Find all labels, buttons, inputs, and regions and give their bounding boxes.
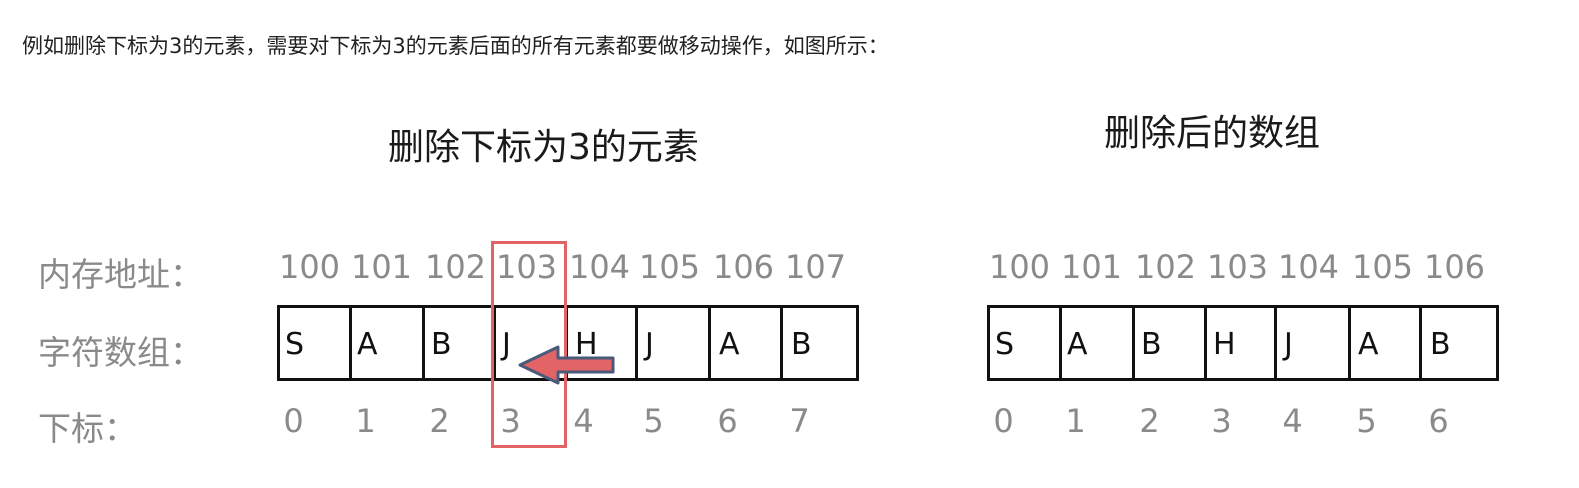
memory-address: 102 (1134, 248, 1197, 286)
memory-address: 107 (784, 248, 847, 286)
array-index: 1 (1065, 402, 1086, 440)
array-index: 4 (1282, 402, 1303, 440)
array-index: 3 (1211, 402, 1232, 440)
array-index: 7 (789, 402, 810, 440)
array-index: 1 (355, 402, 376, 440)
right-array (987, 305, 1499, 381)
array-char: A (1358, 327, 1379, 362)
memory-address: 101 (350, 248, 413, 286)
array-index: 2 (429, 402, 450, 440)
memory-address: 100 (278, 248, 341, 286)
array-index: 0 (283, 402, 304, 440)
memory-address: 101 (1060, 248, 1123, 286)
array-char: A (1067, 327, 1088, 362)
array-index: 0 (993, 402, 1014, 440)
array-index: 5 (1356, 402, 1377, 440)
array-index: 5 (643, 402, 664, 440)
array-char: B (1141, 327, 1162, 362)
memory-address: 105 (1351, 248, 1414, 286)
memory-address: 100 (988, 248, 1051, 286)
memory-address: 106 (1423, 248, 1486, 286)
memory-address: 105 (638, 248, 701, 286)
array-char: J (645, 327, 654, 362)
memory-address: 104 (1277, 248, 1340, 286)
memory-address: 104 (568, 248, 631, 286)
array-char: A (719, 327, 740, 362)
array-char: S (285, 327, 305, 362)
array-char: B (791, 327, 812, 362)
memory-address: 103 (1206, 248, 1269, 286)
array-char: B (1430, 327, 1451, 362)
memory-address: 102 (424, 248, 487, 286)
left-arrow-icon (518, 345, 615, 385)
array-char: H (1213, 327, 1236, 362)
memory-address: 106 (712, 248, 775, 286)
array-char: A (357, 327, 378, 362)
array-char: S (995, 327, 1015, 362)
intro-text: 例如删除下标为3的元素，需要对下标为3的元素后面的所有元素都要做移动操作，如图所… (22, 34, 889, 58)
array-char: J (1284, 327, 1293, 362)
right-diagram-title: 删除后的数组 (1104, 113, 1321, 154)
address-row-label: 内存地址： (38, 255, 203, 294)
array-index: 6 (1428, 402, 1449, 440)
chars-row-label: 字符数组： (38, 333, 203, 372)
array-char: B (431, 327, 452, 362)
array-index: 2 (1139, 402, 1160, 440)
array-index: 6 (717, 402, 738, 440)
index-row-label: 下标： (38, 409, 137, 448)
left-diagram-title: 删除下标为3的元素 (388, 127, 699, 168)
